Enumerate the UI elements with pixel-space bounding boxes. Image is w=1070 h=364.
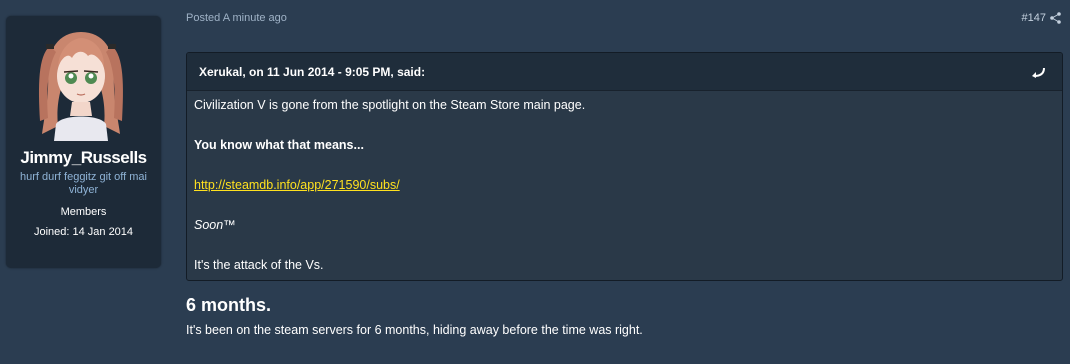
quote-line-bold: You know what that means...	[194, 138, 364, 152]
avatar[interactable]	[36, 26, 126, 141]
post-timestamp[interactable]: Posted A minute ago	[186, 12, 287, 24]
quote-line-italic: Soon™	[194, 218, 236, 232]
quote-line: Civilization V is gone from the spotligh…	[194, 98, 586, 112]
user-title: hurf durf feggitz git off mai vidyer	[20, 171, 147, 196]
quote-block: Xerukal, on 11 Jun 2014 - 9:05 PM, said:…	[186, 52, 1063, 281]
quote-header: Xerukal, on 11 Jun 2014 - 9:05 PM, said:	[187, 53, 1062, 91]
post-text: It's been on the steam servers for 6 mon…	[186, 323, 643, 337]
post-heading: 6 months.	[186, 295, 272, 315]
quote-citation: Xerukal, on 11 Jun 2014 - 9:05 PM, said:	[199, 65, 426, 79]
quote-line: It's the attack of the Vs.	[194, 258, 324, 272]
username[interactable]: Jimmy_Russells	[6, 148, 161, 168]
steamdb-link[interactable]: http://steamdb.info/app/271590/subs/	[194, 178, 400, 192]
user-group: Members	[60, 206, 107, 218]
share-icon[interactable]	[1050, 12, 1061, 24]
joined-date: Joined: 14 Jan 2014	[33, 226, 134, 238]
quote-jump-icon[interactable]	[1031, 66, 1045, 78]
author-card: Jimmy_Russells hurf durf feggitz git off…	[6, 16, 161, 268]
post-number[interactable]: #147	[1022, 12, 1046, 24]
